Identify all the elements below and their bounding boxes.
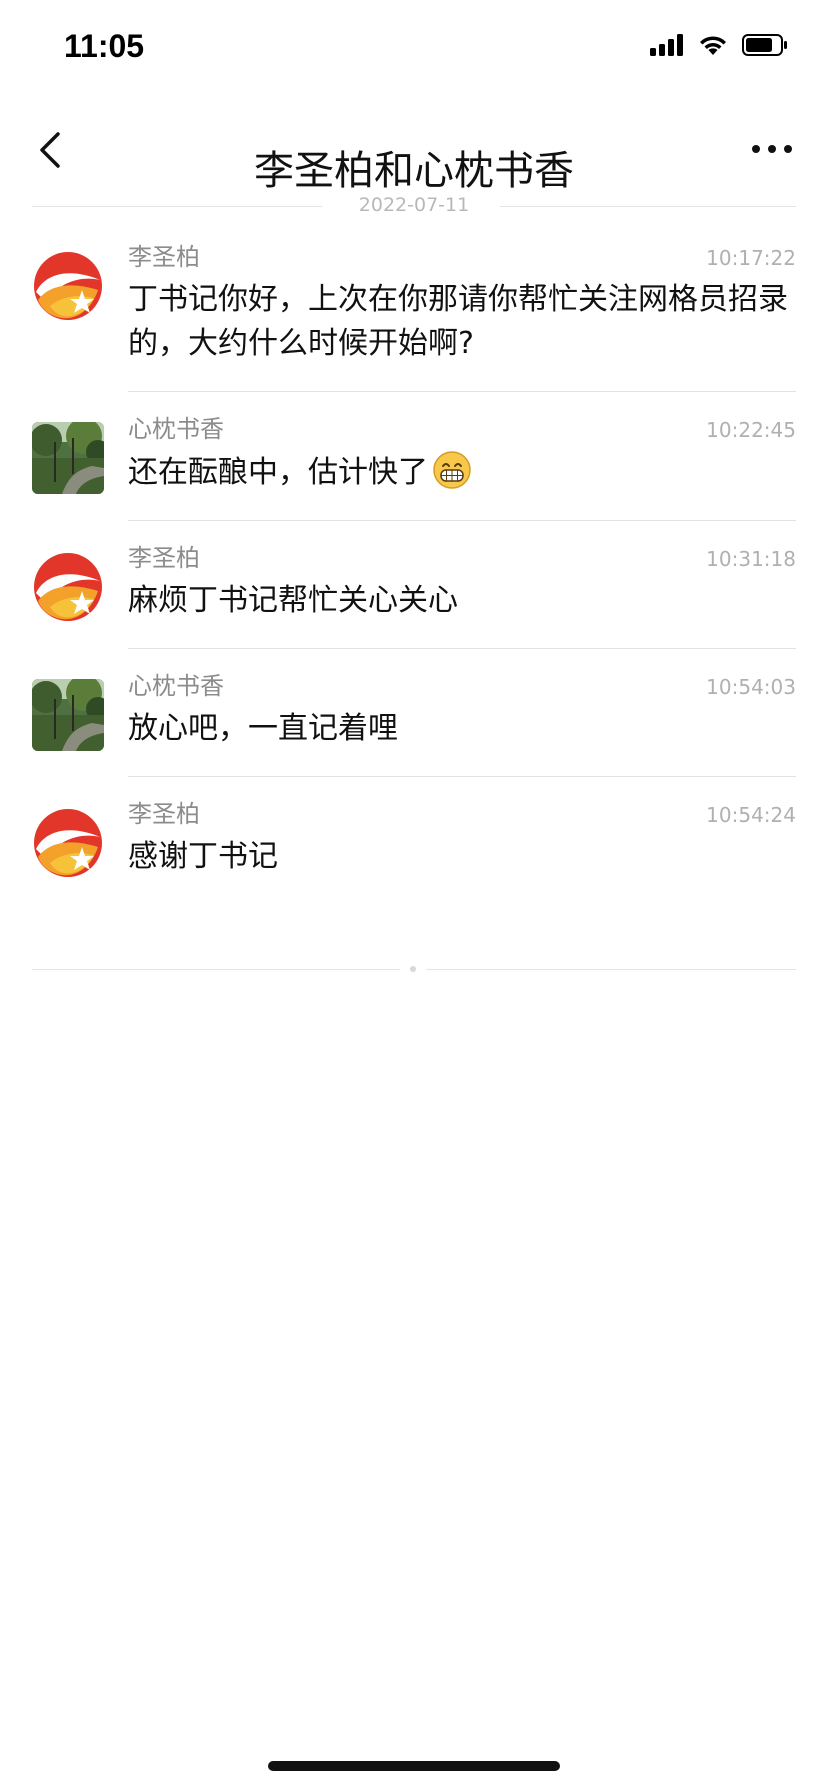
sender-name: 李圣柏	[128, 243, 200, 271]
more-button[interactable]	[742, 124, 802, 174]
message-item[interactable]: 心枕书香 10:22:45 还在酝酿中，估计快了	[0, 412, 828, 521]
divider-dot	[410, 966, 416, 972]
logo-avatar[interactable]	[32, 250, 104, 322]
message-time: 10:31:18	[706, 547, 796, 571]
message-list: 李圣柏 10:17:22 丁书记你好，上次在你那请你帮忙关注网格员招录的，大约什…	[0, 236, 828, 925]
home-indicator[interactable]	[268, 1761, 560, 1771]
message-text: 丁书记你好，上次在你那请你帮忙关注网格员招录的，大约什么时候开始啊?	[128, 282, 788, 361]
battery-icon	[742, 34, 787, 56]
message-text: 感谢丁书记	[128, 839, 278, 874]
status-bar: 11:05	[0, 0, 828, 100]
status-time: 11:05	[64, 28, 145, 64]
page-title: 李圣柏和心枕书香	[254, 148, 574, 194]
message-text: 麻烦丁书记帮忙关心关心	[128, 583, 458, 618]
date-divider: 2022-07-11	[32, 194, 796, 218]
logo-avatar[interactable]	[32, 551, 104, 623]
date-label: 2022-07-11	[358, 194, 470, 216]
grin-emoji-icon	[433, 451, 471, 489]
message-time: 10:54:03	[706, 675, 796, 699]
landscape-avatar[interactable]	[32, 679, 104, 751]
message-time: 10:54:24	[706, 803, 796, 827]
more-dots-icon	[752, 145, 792, 153]
logo-avatar[interactable]	[32, 807, 104, 879]
message-content: 还在酝酿中，估计快了	[128, 450, 796, 495]
signal-icon	[650, 34, 683, 56]
nav-bar: 李圣柏和心枕书香	[0, 100, 828, 200]
sender-name: 心枕书香	[128, 672, 224, 700]
wifi-icon	[700, 36, 726, 55]
sender-name: 心枕书香	[128, 415, 224, 443]
message-text: 还在酝酿中，估计快了	[128, 455, 428, 490]
message-item[interactable]: 李圣柏 10:54:24 感谢丁书记	[0, 797, 828, 905]
message-text: 放心吧，一直记着哩	[128, 711, 398, 746]
message-item[interactable]: 李圣柏 10:17:22 丁书记你好，上次在你那请你帮忙关注网格员招录的，大约什…	[0, 240, 828, 392]
message-item[interactable]: 李圣柏 10:31:18 麻烦丁书记帮忙关心关心	[0, 541, 828, 649]
status-icons	[650, 34, 788, 56]
sender-name: 李圣柏	[128, 800, 200, 828]
divider-line-right	[426, 969, 796, 970]
sender-name: 李圣柏	[128, 544, 200, 572]
landscape-avatar[interactable]	[32, 422, 104, 494]
message-time: 10:22:45	[706, 418, 796, 442]
message-item[interactable]: 心枕书香 10:54:03 放心吧，一直记着哩	[0, 669, 828, 777]
message-time: 10:17:22	[706, 246, 796, 270]
divider-line-left	[32, 969, 400, 970]
end-of-messages-divider	[32, 964, 796, 974]
